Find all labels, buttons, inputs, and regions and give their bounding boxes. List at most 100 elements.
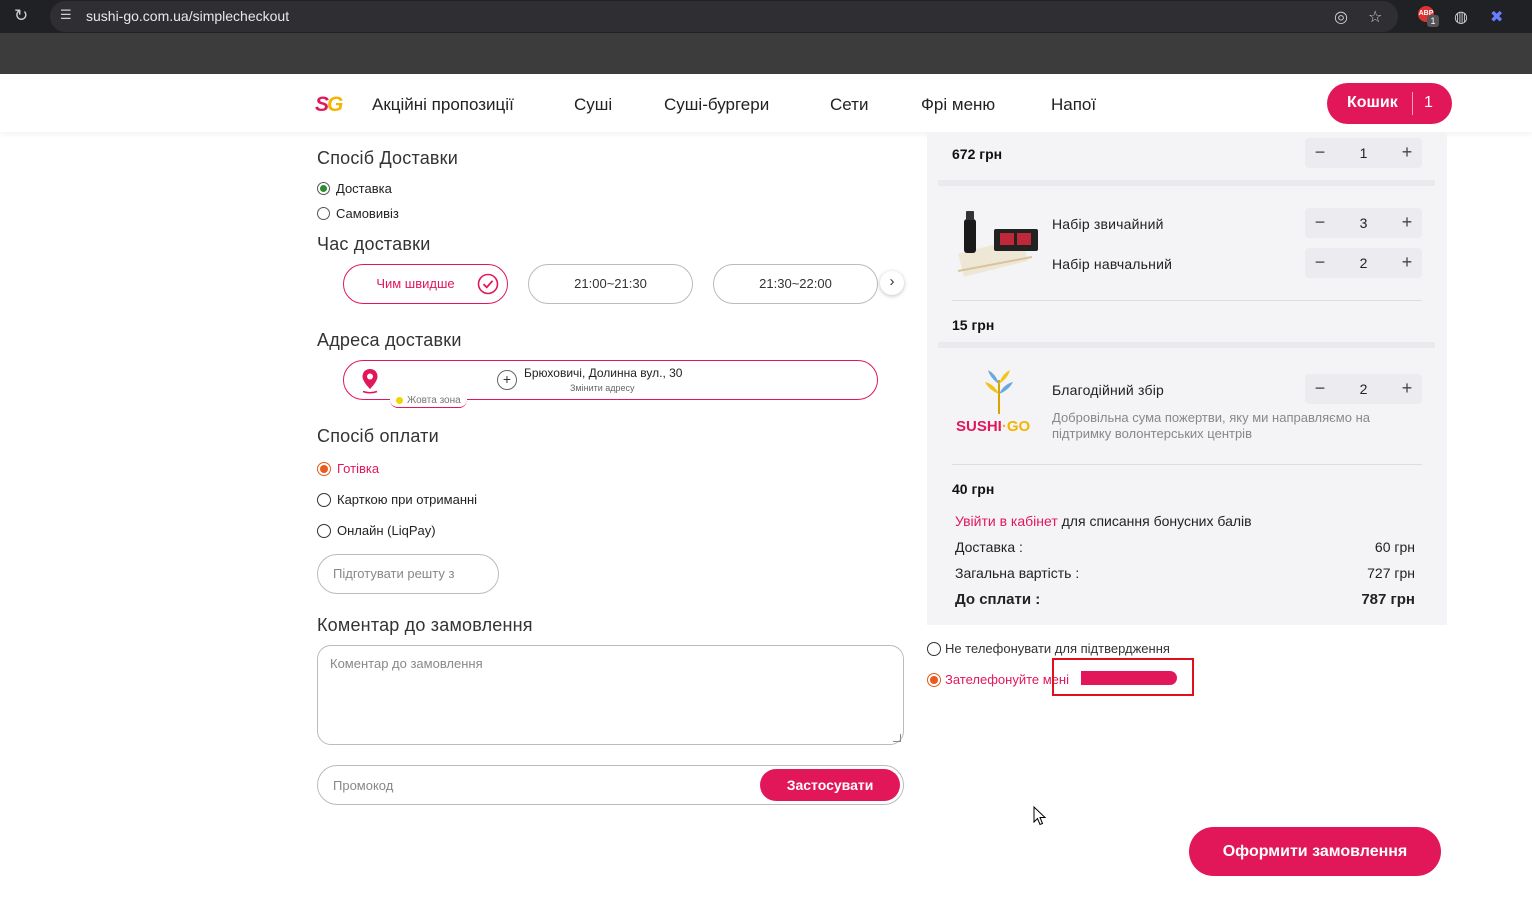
chevron-right-icon[interactable]: › — [880, 271, 904, 295]
payment-option-liqpay[interactable]: Онлайн (LiqPay) — [317, 523, 436, 538]
delivery-address-title: Адреса доставки — [317, 330, 462, 350]
radio-unselected[interactable] — [927, 641, 941, 656]
no-call-option[interactable]: Не телефонувати для підтвердження — [927, 641, 1170, 656]
zone-badge: Жовта зона — [390, 393, 467, 408]
item-divider — [952, 464, 1422, 465]
place-order-button[interactable]: Оформити замовлення — [1189, 827, 1441, 876]
address-bar[interactable]: ☰ sushi-go.com.ua/simplecheckout — [50, 1, 1398, 32]
payment-option-card[interactable]: Карткою при отриманні — [317, 492, 477, 507]
charity-item-name: Благодійний збір — [1052, 382, 1165, 398]
quantity-value[interactable]: 1 — [1345, 145, 1382, 161]
eye-off-icon[interactable]: ◎ — [1334, 7, 1348, 27]
plus-icon[interactable]: + — [1395, 211, 1419, 235]
radio-selected[interactable] — [317, 182, 330, 195]
extension-adblock-icon[interactable]: ABP 1 — [1418, 6, 1439, 27]
set-item-name: Набір звичайний — [1052, 216, 1164, 232]
time-slot-2100[interactable]: 21:00~21:30 — [528, 264, 693, 304]
total-row: До сплати : 787 грн — [955, 591, 1415, 608]
comment-placeholder: Коментар до замовлення — [330, 656, 483, 671]
location-pin-icon — [362, 369, 378, 394]
nav-drinks[interactable]: Напої — [1051, 95, 1096, 115]
nav-sushi-burgers[interactable]: Суші-бургери — [664, 95, 769, 115]
site-header: SG Акційні пропозиції Суші Суші-бургери … — [0, 74, 1532, 132]
globe-icon[interactable]: ◍ — [1454, 7, 1468, 27]
prepare-change-input[interactable]: Підготувати решту з — [317, 554, 499, 594]
yellow-zone-dot — [396, 396, 403, 404]
payment-method-title: Спосіб оплати — [317, 426, 439, 446]
no-call-label: Не телефонувати для підтвердження — [945, 641, 1170, 656]
payment-option-cash[interactable]: Готівка — [317, 461, 379, 476]
radio-selected[interactable] — [317, 461, 331, 476]
cart-separator — [1412, 92, 1413, 115]
delivery-method-title: Спосіб Доставки — [317, 148, 459, 168]
url-text[interactable]: sushi-go.com.ua/simplecheckout — [86, 8, 289, 24]
nav-promotions[interactable]: Акційні пропозиції — [372, 95, 514, 115]
cart-count: 1 — [1424, 94, 1433, 111]
item-price: 40 грн — [952, 481, 995, 497]
cart-label: Кошик — [1347, 94, 1398, 111]
plus-icon[interactable]: + — [1395, 377, 1419, 401]
nav-sets[interactable]: Сети — [830, 95, 868, 115]
browser-toolbar: ↻ ☰ sushi-go.com.ua/simplecheckout ◎ ☆ A… — [0, 0, 1532, 74]
promo-field[interactable]: Промокод Застосувати — [317, 765, 904, 805]
radio-unselected[interactable] — [317, 207, 330, 220]
payment-option-label: Онлайн (LiqPay) — [337, 523, 436, 538]
quantity-value[interactable]: 2 — [1345, 381, 1382, 397]
radio-unselected[interactable] — [317, 523, 331, 538]
plus-icon[interactable]: + — [1395, 251, 1419, 275]
extension-x-icon[interactable]: ✖ — [1490, 7, 1503, 27]
card-divider — [938, 342, 1435, 348]
change-address-link[interactable]: Змінити адресу — [570, 383, 635, 393]
minus-icon[interactable]: − — [1308, 251, 1332, 275]
delivery-option-courier[interactable]: Доставка — [317, 181, 392, 196]
charity-description: Добровільна сума пожертви, яку ми направ… — [1052, 410, 1370, 441]
nav-sushi[interactable]: Суші — [574, 95, 612, 115]
nav-free-menu[interactable]: Фрі меню — [921, 95, 995, 115]
logo-letter-g: G — [327, 93, 343, 116]
item-price: 672 грн — [952, 146, 1003, 162]
login-cabinet-link[interactable]: Увійти в кабінет — [955, 513, 1058, 529]
logo-text-sushi: SUSHI — [956, 418, 1002, 435]
star-icon[interactable]: ☆ — [1368, 7, 1382, 27]
apply-promo-button[interactable]: Застосувати — [760, 769, 900, 801]
check-circle-icon — [477, 273, 499, 295]
delivery-time-title: Час доставки — [317, 234, 431, 254]
quantity-stepper: − 2 + — [1305, 374, 1422, 404]
item-price: 15 грн — [952, 317, 995, 333]
total-value: 787 грн — [1361, 591, 1415, 608]
quantity-value[interactable]: 3 — [1345, 215, 1382, 231]
comment-title: Коментар до замовлення — [317, 615, 533, 635]
highlight-frame — [1052, 658, 1194, 696]
browser-top-bar: ↻ ☰ sushi-go.com.ua/simplecheckout ◎ ☆ A… — [0, 0, 1532, 33]
plus-icon[interactable]: + — [497, 370, 517, 390]
logo-text-go: GO — [1006, 418, 1031, 435]
card-divider — [938, 180, 1435, 186]
delivery-cost-row: Доставка : 60 грн — [955, 539, 1415, 555]
cart-button[interactable]: Кошик 1 — [1327, 83, 1452, 124]
delivery-cost-label: Доставка : — [955, 539, 1023, 555]
time-slot-asap[interactable]: Чим швидше — [343, 264, 508, 304]
quantity-value[interactable]: 2 — [1345, 255, 1382, 271]
plus-icon[interactable]: + — [1395, 141, 1419, 165]
site-info-icon[interactable]: ☰ — [60, 7, 76, 25]
radio-selected[interactable] — [927, 672, 941, 687]
promo-input[interactable]: Промокод — [333, 778, 393, 793]
reload-icon[interactable]: ↻ — [14, 6, 28, 26]
comment-textarea[interactable]: Коментар до замовлення — [317, 645, 904, 745]
payment-option-label: Готівка — [337, 461, 380, 476]
delivery-option-pickup[interactable]: Самовивіз — [317, 206, 399, 221]
mouse-cursor-icon — [1033, 806, 1047, 826]
resize-handle-icon[interactable] — [893, 734, 901, 742]
minus-icon[interactable]: − — [1308, 377, 1332, 401]
logo-letter-s: S — [315, 93, 329, 116]
minus-icon[interactable]: − — [1308, 141, 1332, 165]
payment-option-label: Карткою при отриманні — [337, 492, 478, 507]
minus-icon[interactable]: − — [1308, 211, 1332, 235]
radio-unselected[interactable] — [317, 492, 331, 507]
call-me-option[interactable]: Зателефонуйте мені — [927, 672, 1069, 687]
address-value[interactable]: Брюховичі, Долинна вул., 30 — [524, 366, 682, 380]
time-slot-2130[interactable]: 21:30~22:00 — [713, 264, 878, 304]
set-item-name: Набір навчальний — [1052, 256, 1173, 272]
time-slot-label: Чим швидше — [376, 276, 455, 291]
site-logo[interactable]: SG — [315, 93, 343, 117]
